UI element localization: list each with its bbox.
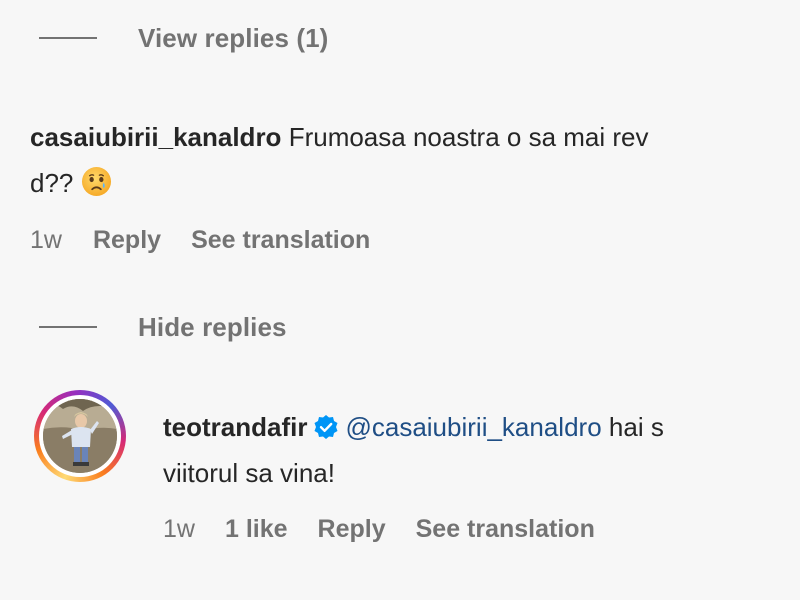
hide-replies-label: Hide replies bbox=[138, 311, 287, 342]
comment-text-line1: Frumoasa noastra o sa mai rev bbox=[288, 122, 649, 152]
view-replies-toggle[interactable]: View replies (1) bbox=[39, 20, 328, 56]
likes-count-button[interactable]: 1 like bbox=[225, 515, 288, 544]
mention-link[interactable]: @casaiubirii_kanaldro bbox=[345, 412, 601, 442]
reply-button[interactable]: Reply bbox=[318, 515, 386, 544]
comment-text-line1: hai s bbox=[608, 412, 664, 442]
comment-text-line2: viitorul sa vina! bbox=[163, 458, 335, 488]
verified-badge-icon bbox=[313, 408, 339, 439]
hide-replies-toggle[interactable]: Hide replies bbox=[39, 309, 287, 345]
comment-username[interactable]: casaiubirii_kanaldro bbox=[30, 122, 281, 152]
comment-text-line2: d?? bbox=[30, 168, 74, 198]
avatar-photo bbox=[43, 399, 117, 473]
reply-timestamp: 1w bbox=[163, 515, 195, 543]
avatar-story-ring[interactable] bbox=[34, 390, 126, 482]
sad-tear-emoji-icon bbox=[81, 165, 112, 197]
avatar-border bbox=[39, 395, 121, 477]
reply-button[interactable]: Reply bbox=[93, 226, 161, 255]
see-translation-button[interactable]: See translation bbox=[416, 515, 595, 544]
comment-teotrandafir: teotrandafir @casaiubirii_kanaldro hai s… bbox=[163, 404, 800, 496]
comment-meta-row: 1w Reply See translation bbox=[30, 226, 370, 255]
thread-divider-line bbox=[39, 37, 97, 39]
thread-divider-line bbox=[39, 326, 97, 328]
comment-username[interactable]: teotrandafir bbox=[163, 412, 307, 442]
comment-timestamp: 1w bbox=[30, 226, 62, 254]
reply-meta-row: 1w 1 like Reply See translation bbox=[163, 515, 595, 544]
view-replies-label: View replies (1) bbox=[138, 22, 329, 53]
comment-casaiubirii: casaiubirii_kanaldro Frumoasa noastra o … bbox=[30, 114, 800, 206]
see-translation-button[interactable]: See translation bbox=[191, 226, 370, 255]
